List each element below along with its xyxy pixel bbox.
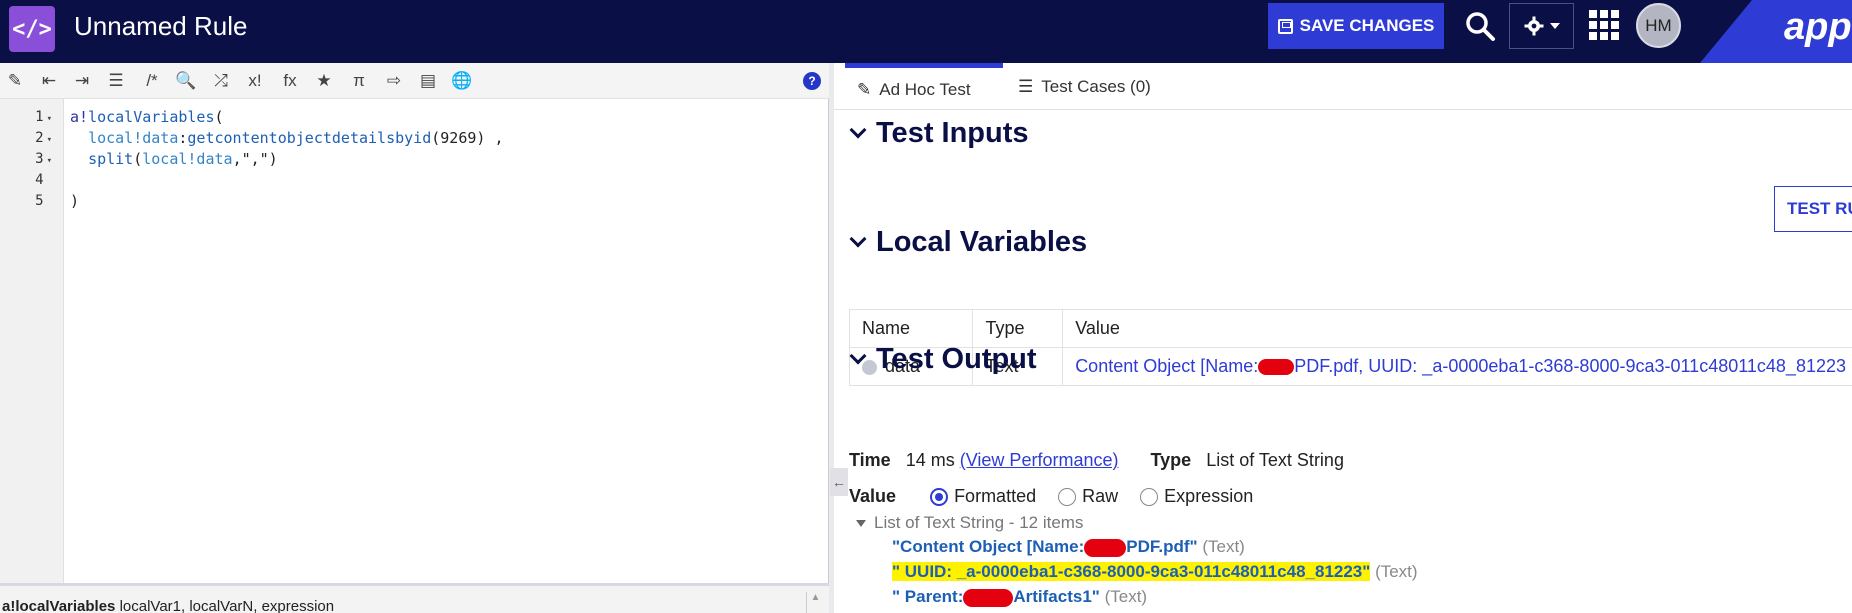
redaction-mark — [1084, 538, 1127, 557]
column-header-value: Value — [1062, 309, 1852, 348]
comment-icon[interactable]: /* — [141, 70, 163, 92]
code-line[interactable]: split(local!data,",") — [70, 150, 278, 168]
export-icon[interactable]: ⇨ — [383, 70, 405, 92]
radio-raw[interactable]: Raw — [1058, 486, 1118, 507]
line-gutter: 1 ▾ 2 ▾ 3 ▾ 4 5 — [0, 99, 64, 583]
star-icon[interactable]: ★ — [313, 70, 335, 92]
shuffle-icon[interactable]: ⤮ — [210, 70, 232, 92]
line-number: 3 ▾ — [35, 151, 52, 167]
caret-down-icon — [856, 520, 866, 528]
function-icon[interactable]: fx — [279, 70, 301, 92]
code-line[interactable]: a!localVariables( — [70, 108, 224, 126]
help-icon[interactable]: ? — [803, 72, 821, 90]
code-line[interactable]: ) — [70, 192, 79, 210]
test-tabs: ✎ Ad Hoc Test ☰ Test Cases (0) — [834, 63, 1852, 110]
code-area[interactable]: a!localVariables( local!data:getcontento… — [70, 99, 820, 583]
line-number: 1 ▾ — [35, 109, 52, 125]
radio-unselected-icon — [1058, 488, 1077, 507]
list-item: " UUID: _a-0000eba1-c368-8000-9ca3-011c4… — [892, 562, 1418, 581]
function-hint-bar: a!localVariables localVar1, localVarN, e… — [0, 583, 829, 613]
chevron-down-icon — [1549, 23, 1560, 29]
save-icon — [1277, 18, 1293, 34]
tab-ad-hoc-test[interactable]: ✎ Ad Hoc Test — [845, 63, 1003, 110]
fold-caret-icon[interactable]: ▾ — [47, 135, 52, 145]
indent-icon[interactable]: ⇥ — [71, 70, 93, 92]
save-changes-label: SAVE CHANGES — [1299, 16, 1435, 35]
fold-caret-icon[interactable]: ▾ — [47, 114, 52, 124]
database-search-icon[interactable]: ▤ — [417, 70, 439, 92]
pi-icon[interactable]: π — [348, 70, 370, 92]
expression-editor: ✎ ⇤ ⇥ ☰ /* 🔍 ⤮ x! fx ★ π ⇨ ▤ 🌐 ? 1 ▾ 2 ▾ 3 ▾ 4 5 a!localVar… — [0, 63, 829, 613]
local-variables-heading[interactable]: Local Variables — [848, 226, 1087, 259]
output-tree-header[interactable]: List of Text String - 12 items — [856, 513, 1083, 533]
chevron-down-icon — [849, 121, 867, 138]
app-grid-icon[interactable] — [1589, 10, 1619, 40]
variable-value-cell[interactable]: Content Object [Name: PDF.pdf, UUID: _a-0… — [1062, 347, 1852, 386]
function-hint: a!localVariables localVar1, localVarN, e… — [2, 598, 335, 613]
code-icon[interactable]: </> — [9, 6, 55, 52]
tab-test-cases[interactable]: ☰ Test Cases (0) — [1006, 63, 1163, 110]
test-panel: ✎ Ad Hoc Test ☰ Test Cases (0) Test Inpu… — [834, 63, 1852, 613]
line-number: 4 — [35, 172, 44, 188]
radio-formatted[interactable]: Formatted — [930, 486, 1036, 507]
factorial-icon[interactable]: x! — [244, 70, 266, 92]
chevron-down-icon — [849, 230, 867, 247]
redaction-mark — [963, 588, 1014, 607]
outdent-icon[interactable]: ⇤ — [38, 70, 60, 92]
avatar[interactable]: HM — [1636, 3, 1681, 48]
list-icon[interactable]: ☰ — [105, 70, 127, 92]
chevron-down-icon — [849, 347, 867, 364]
list-icon: ☰ — [1018, 76, 1034, 96]
test-output-heading[interactable]: Test Output — [848, 343, 1037, 376]
edit-icon: ✎ — [857, 80, 872, 99]
value-format-selector: Value Formatted Raw Expression — [849, 486, 1254, 507]
radio-expression[interactable]: Expression — [1140, 486, 1253, 507]
line-number: 5 — [35, 193, 44, 209]
brand-logo: appia — [1784, 6, 1852, 48]
column-header-name: Name — [848, 309, 974, 348]
radio-selected-icon — [930, 488, 949, 507]
gear-icon — [1524, 16, 1543, 36]
fold-caret-icon[interactable]: ▾ — [47, 156, 52, 166]
settings-menu-button[interactable] — [1509, 3, 1574, 49]
test-rule-button[interactable]: TEST RULE — [1774, 186, 1852, 232]
list-item: " Parent: Artifacts1" (Text) — [892, 587, 1148, 607]
scroll-up-icon[interactable]: ▲ — [806, 592, 824, 613]
radio-unselected-icon — [1140, 488, 1159, 507]
view-performance-link[interactable]: (View Performance) — [960, 450, 1119, 470]
code-line[interactable]: local!data:getcontentobjectdetailsbyid(9… — [70, 129, 503, 147]
page-title: Unnamed Rule — [74, 11, 248, 41]
search-icon — [1466, 12, 1495, 41]
top-bar: </> Unnamed Rule SAVE CHANGES HM — [0, 0, 1852, 63]
save-changes-button[interactable]: SAVE CHANGES — [1268, 3, 1444, 49]
column-header-type: Type — [972, 309, 1064, 348]
output-metadata: Time 14 ms (View Performance) Type List … — [849, 450, 1344, 470]
editor-toolbar: ✎ ⇤ ⇥ ☰ /* 🔍 ⤮ x! fx ★ π ⇨ ▤ 🌐 — [0, 63, 829, 99]
magic-wand-icon[interactable]: ✎ — [4, 70, 26, 92]
test-inputs-heading[interactable]: Test Inputs — [848, 117, 1029, 150]
list-item: "Content Object [Name: PDF.pdf" (Text) — [892, 537, 1245, 557]
line-number: 2 ▾ — [35, 130, 52, 146]
search-icon[interactable]: 🔍 — [175, 70, 197, 92]
search-button[interactable] — [1462, 8, 1498, 44]
redaction-mark — [1258, 359, 1295, 376]
globe-icon[interactable]: 🌐 — [451, 70, 473, 92]
